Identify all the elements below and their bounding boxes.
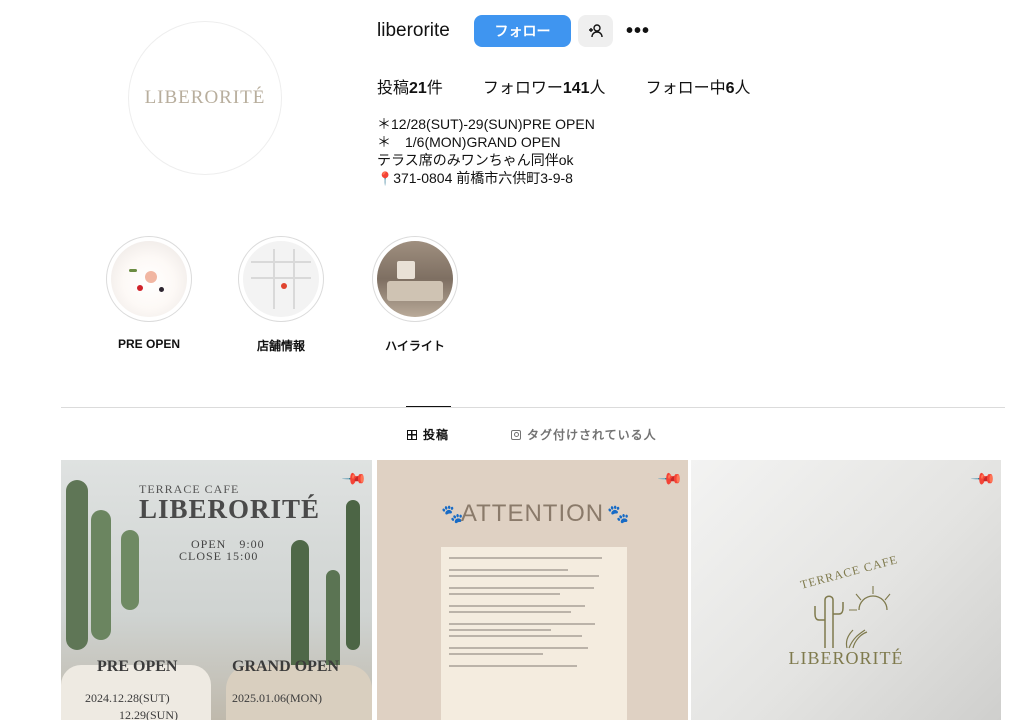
stat-posts[interactable]: 投稿21件	[377, 74, 443, 98]
cactus-graphic	[66, 480, 88, 650]
text-line	[449, 569, 568, 571]
highlight-thumbnail	[377, 241, 453, 317]
bio-line: ＊ 1/6(MON)GRAND OPEN	[377, 134, 561, 150]
post-tile[interactable]: TERRACE CAFE LIBERORITÉ OPEN 9:00 CLOSE …	[61, 460, 372, 720]
text-line	[449, 575, 599, 577]
cactus-graphic	[91, 510, 111, 640]
username: liberorite	[377, 20, 450, 41]
stat-following-suffix: 人	[734, 80, 751, 97]
pinned-icon: 📌	[656, 466, 684, 493]
stat-posts-prefix: 投稿	[377, 80, 410, 97]
profile-bio: ＊12/28(SUT)-29(SUN)PRE OPEN ＊ 1/6(MON)GR…	[377, 115, 595, 188]
highlight-thumbnail	[111, 241, 187, 317]
stat-posts-count: 21	[409, 80, 427, 97]
tab-posts-label: 投稿	[423, 428, 450, 442]
more-options-button[interactable]: •••	[624, 18, 652, 44]
highlight-highlights[interactable]: ハイライト	[370, 236, 460, 354]
text-line	[449, 653, 543, 655]
text-line	[449, 611, 572, 613]
add-person-icon	[588, 24, 603, 38]
text-line	[449, 593, 560, 595]
post-brand-text: LIBERORITÉ	[139, 494, 321, 524]
add-user-button[interactable]	[578, 15, 613, 47]
tabs-divider	[61, 407, 1005, 408]
highlight-label: PRE OPEN	[117, 337, 180, 351]
stat-following[interactable]: フォロー中6人	[646, 74, 751, 98]
highlight-label: ハイライト	[385, 339, 445, 353]
text-line	[449, 665, 577, 667]
post-pre-open-heading: PRE OPEN	[97, 658, 178, 675]
stat-posts-suffix: 件	[426, 80, 443, 97]
stat-followers-prefix: フォロワー	[482, 80, 563, 97]
post-pre-date: 2024.12.28(SUT)	[85, 691, 170, 705]
highlight-pre-open[interactable]: PRE OPEN	[104, 236, 194, 351]
location-pin-icon: 📍	[377, 171, 394, 186]
text-line	[449, 629, 551, 631]
post-close-time: CLOSE 15:00	[179, 549, 259, 563]
stat-followers-suffix: 人	[589, 80, 606, 97]
pinned-icon: 📌	[340, 466, 368, 493]
active-tab-indicator	[406, 406, 451, 407]
stat-followers-count: 141	[562, 80, 590, 97]
highlight-store-info[interactable]: 店舗情報	[236, 236, 326, 354]
post-grand-open-heading: GRAND OPEN	[232, 658, 340, 675]
post-tile[interactable]: 🐾 ATTENTION 🐾 📌	[377, 460, 688, 720]
tab-posts[interactable]: 投稿	[407, 426, 449, 443]
highlight-ring	[106, 236, 192, 322]
post-grand-date: 2025.01.06(MON)	[232, 691, 322, 705]
highlight-ring	[372, 236, 458, 322]
cactus-graphic	[121, 530, 139, 610]
highlight-label: 店舗情報	[256, 339, 305, 353]
bio-address: 371-0804 前橋市六供町3-9-8	[393, 170, 573, 186]
cactus-graphic	[346, 500, 360, 650]
text-line	[449, 635, 582, 637]
tab-tagged[interactable]: タグ付けされている人	[511, 426, 657, 443]
pinned-icon: 📌	[969, 466, 997, 493]
profile-stats: 投稿21件 フォロワー141人 フォロー中6人	[377, 74, 791, 98]
text-line	[449, 557, 602, 559]
post-tile[interactable]: TERRACE CAFE LIBERORITÉ 📌	[691, 460, 1001, 720]
avatar-logo-text: LIBERORITÉ	[144, 87, 266, 108]
bio-line: ＊12/28(SUT)-29(SUN)PRE OPEN	[377, 116, 595, 132]
post-attention-title: ATTENTION	[460, 500, 605, 527]
follow-button[interactable]: フォロー	[474, 15, 571, 47]
cactus-sun-icon	[814, 586, 891, 649]
profile-avatar[interactable]: LIBERORITÉ	[128, 21, 282, 175]
tagged-person-icon	[511, 429, 521, 440]
grid-icon	[407, 429, 417, 440]
highlight-thumbnail	[243, 241, 319, 317]
post-pre-date-2: 12.29(SUN)	[119, 708, 178, 720]
stat-following-prefix: フォロー中	[645, 80, 726, 97]
tab-tagged-label: タグ付けされている人	[527, 428, 657, 442]
profile-page: LIBERORITÉ liberorite フォロー ••• 投稿21件 フォロ…	[0, 0, 1024, 720]
stat-followers[interactable]: フォロワー141人	[483, 74, 606, 98]
paw-icon: 🐾	[607, 504, 630, 524]
post-brand-text: LIBERORITÉ	[788, 648, 904, 668]
text-line	[449, 587, 594, 589]
text-line	[449, 647, 589, 649]
highlight-ring	[238, 236, 324, 322]
text-line	[449, 623, 596, 625]
text-line	[449, 605, 585, 607]
notice-card	[441, 547, 627, 720]
bio-line-address: 📍371-0804 前橋市六供町3-9-8	[377, 169, 595, 188]
bio-line: テラス席のみワンちゃん同伴ok	[377, 152, 574, 168]
